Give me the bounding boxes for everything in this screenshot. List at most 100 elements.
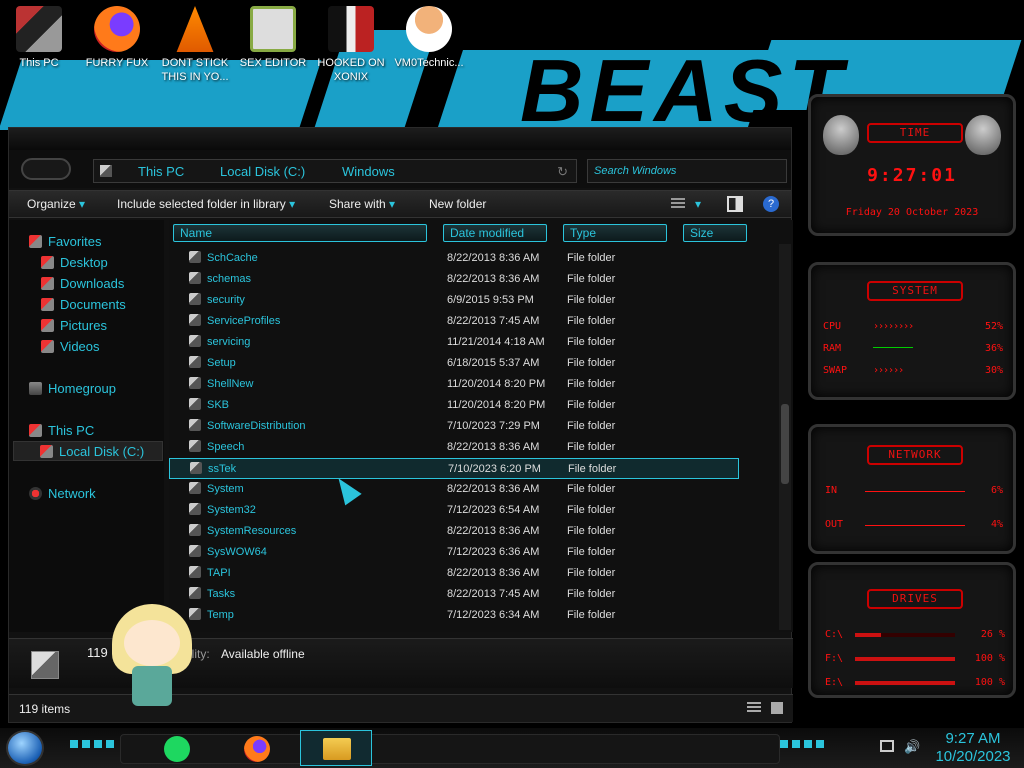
taskbar-firefox-button[interactable] — [240, 734, 274, 764]
nav-desktop[interactable]: Desktop — [41, 255, 108, 270]
details-availability: Available offline — [221, 647, 305, 661]
preview-pane-icon[interactable] — [727, 196, 743, 212]
alien-head-icon — [823, 115, 859, 155]
table-row[interactable]: Tasks 8/22/2013 7:45 AM File folder — [169, 584, 769, 605]
nav-homegroup[interactable]: Homegroup — [29, 381, 116, 396]
vertical-scrollbar[interactable] — [779, 244, 791, 630]
nav-documents[interactable]: Documents — [41, 297, 126, 312]
breadcrumb-this-pc[interactable]: This PC — [138, 164, 184, 179]
table-row[interactable]: Speech 8/22/2013 8:36 AM File folder — [169, 437, 769, 458]
taskbar-spotify-button[interactable] — [160, 734, 194, 764]
details-view-icon[interactable] — [747, 702, 761, 714]
folder-icon — [189, 419, 201, 431]
chevron-down-icon[interactable]: ▾ — [695, 197, 701, 211]
nav-network[interactable]: Network — [29, 486, 96, 501]
network-tray-icon[interactable] — [880, 740, 894, 752]
address-bar[interactable]: This PC Local Disk (C:) Windows ↻ — [93, 159, 577, 183]
refresh-icon[interactable]: ↻ — [557, 164, 568, 180]
start-button[interactable] — [6, 730, 44, 766]
homegroup-icon — [29, 382, 42, 395]
organize-button[interactable]: Organize ▾ — [27, 197, 85, 211]
desktop-icon-xonix[interactable]: HOOKED ON XONIX — [316, 6, 386, 84]
view-options-icon[interactable] — [671, 198, 685, 210]
desktop-icon-furry-fux[interactable]: FURRY FUX — [82, 6, 152, 70]
downloads-icon — [41, 277, 54, 290]
help-icon[interactable]: ? — [763, 196, 779, 212]
folder-icon — [189, 272, 201, 284]
column-header-name[interactable]: Name — [173, 224, 427, 242]
nav-downloads[interactable]: Downloads — [41, 276, 124, 291]
table-row[interactable]: servicing 11/21/2014 4:18 AM File folder — [169, 332, 769, 353]
clock-time: 9:27 AM — [945, 730, 1001, 747]
folder-icon — [189, 566, 201, 578]
table-row[interactable]: SoftwareDistribution 7/10/2023 7:29 PM Fil… — [169, 416, 769, 437]
nav-favorites[interactable]: Favorites — [29, 234, 101, 249]
nav-videos[interactable]: Videos — [41, 339, 100, 354]
column-header-size[interactable]: Size — [683, 224, 747, 242]
folder-icon — [189, 335, 201, 347]
file-list: Name Date modified Type Size SchCache 8/2… — [169, 220, 793, 632]
file-date-modified: 8/22/2013 8:36 AM — [447, 483, 540, 495]
taskbar: 🔊 9:27 AM 10/20/2023 — [0, 728, 1024, 768]
folder-icon — [189, 356, 201, 368]
breadcrumb-local-disk[interactable]: Local Disk (C:) — [220, 164, 305, 179]
include-library-button[interactable]: Include selected folder in library ▾ — [117, 197, 295, 211]
table-row[interactable]: ServiceProfiles 8/22/2013 7:45 AM File fol… — [169, 311, 769, 332]
table-row[interactable]: ShellNew 11/20/2014 8:20 PM File folder — [169, 374, 769, 395]
chevron-down-icon: ▾ — [389, 197, 396, 211]
taskbar-explorer-button[interactable] — [300, 730, 372, 766]
address-row: This PC Local Disk (C:) Windows ↻ Search… — [9, 150, 791, 188]
nav-this-pc[interactable]: This PC — [29, 423, 94, 438]
file-name: ssTek — [208, 463, 237, 475]
large-icons-view-icon[interactable] — [771, 702, 783, 714]
folder-icon — [189, 293, 201, 305]
search-placeholder: Search Windows — [594, 165, 677, 177]
table-row[interactable]: System 8/22/2013 8:36 AM File folder — [169, 479, 769, 500]
taskbar-clock[interactable]: 9:27 AM 10/20/2023 — [928, 728, 1018, 768]
table-row[interactable]: ssTek 7/10/2023 6:20 PM File folder — [169, 458, 739, 479]
computer-icon — [29, 424, 42, 437]
new-folder-button[interactable]: New folder — [429, 197, 486, 211]
table-row[interactable]: TAPI 8/22/2013 8:36 AM File folder — [169, 563, 769, 584]
table-row[interactable]: SysWOW64 7/12/2023 6:36 AM File folder — [169, 542, 769, 563]
column-header-date-modified[interactable]: Date modified — [443, 224, 547, 242]
table-row[interactable]: System32 7/12/2023 6:54 AM File folder — [169, 500, 769, 521]
table-row[interactable]: SchCache 8/22/2013 8:36 AM File folder — [169, 248, 769, 269]
desktop-icon-hxd[interactable]: SEX EDITOR — [238, 6, 308, 70]
file-name: schemas — [207, 273, 252, 285]
nav-local-disk[interactable]: Local Disk (C:) — [13, 441, 163, 461]
table-row[interactable]: Temp 7/12/2023 6:34 AM File folder — [169, 605, 769, 626]
table-row[interactable]: SystemResources 8/22/2013 8:36 AM File fol… — [169, 521, 769, 542]
cartoon-character-overlay — [106, 598, 198, 720]
file-date-modified: 6/9/2015 9:53 PM — [447, 294, 534, 306]
file-name: security — [207, 294, 245, 306]
table-row[interactable]: security 6/9/2015 9:53 PM File folder — [169, 290, 769, 311]
share-with-button[interactable]: Share with ▾ — [329, 197, 395, 211]
scrollbar-thumb[interactable] — [781, 404, 789, 484]
title-bar[interactable] — [9, 128, 791, 150]
table-row[interactable]: SKB 11/20/2014 8:20 PM File folder — [169, 395, 769, 416]
file-name: SysWOW64 — [207, 546, 267, 558]
swap-row: SWAP ›››››› 30% — [823, 365, 1003, 376]
breadcrumb-windows[interactable]: Windows — [342, 164, 395, 179]
volume-tray-icon[interactable]: 🔊 — [904, 739, 920, 755]
folder-icon — [189, 251, 201, 263]
file-name: SoftwareDistribution — [207, 420, 306, 432]
taskbar-accent-left — [70, 740, 114, 748]
file-type: File folder — [567, 294, 616, 306]
table-row[interactable]: schemas 8/22/2013 8:36 AM File folder — [169, 269, 769, 290]
desktop-icon-this-pc[interactable]: This PC — [4, 6, 74, 70]
table-row[interactable]: Setup 6/18/2015 5:37 AM File folder — [169, 353, 769, 374]
nav-pictures[interactable]: Pictures — [41, 318, 107, 333]
search-input[interactable]: Search Windows — [587, 159, 787, 183]
firefox-icon — [94, 6, 140, 52]
file-name: Temp — [207, 609, 234, 621]
file-name: SystemResources — [207, 525, 297, 537]
clock-date: 10/20/2023 — [935, 748, 1011, 765]
back-forward-button[interactable] — [21, 158, 71, 180]
desktop-icon-vm0technic[interactable]: VM0Technic... — [394, 6, 464, 70]
file-type: File folder — [567, 336, 616, 348]
file-name: ShellNew — [207, 378, 254, 390]
column-header-type[interactable]: Type — [563, 224, 667, 242]
desktop-icon-vlc[interactable]: DONT STICK THIS IN YO... — [160, 6, 230, 84]
